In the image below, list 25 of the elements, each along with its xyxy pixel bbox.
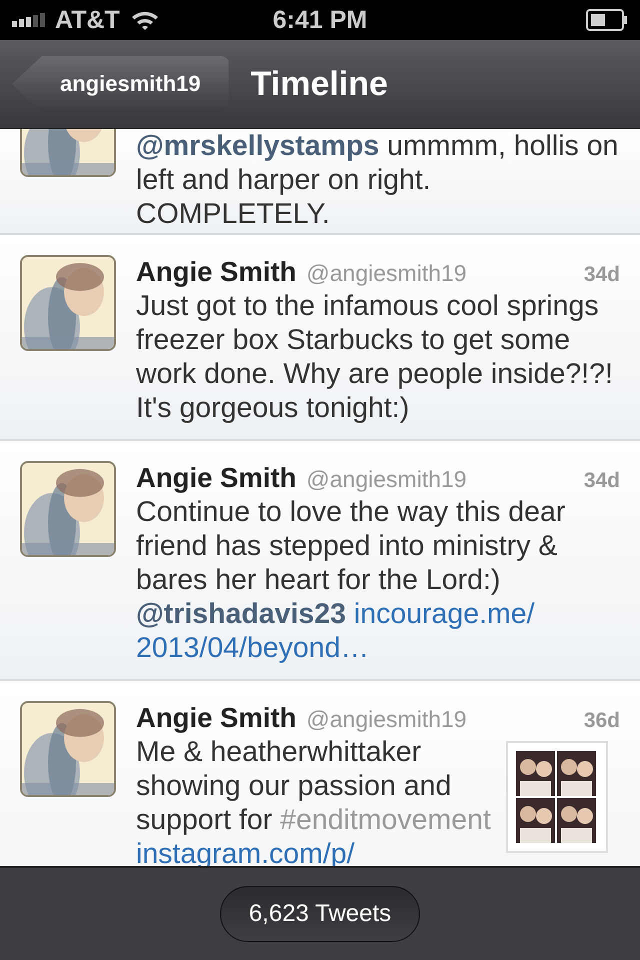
signal-icon xyxy=(12,13,45,27)
mention-link[interactable]: @trishadavis23 xyxy=(136,598,346,630)
mention-link[interactable]: @mrskellystamps xyxy=(136,130,380,162)
author-handle: @angiesmith19 xyxy=(306,259,467,288)
tweet-text: Just got to the infamous cool springs freezer box Starbucks to get some work done. Why are people inside?!?! It's gorgeous tonight:) xyxy=(136,289,614,425)
tweet-text: Continue to love the way this dear friend has stepped into ministry & bares her heart for the Lord:) @trishadavis23 incourage.me/ 2013/04/beyond… xyxy=(136,495,566,665)
tweet-age: 36d xyxy=(584,708,620,734)
author-name: Angie Smith xyxy=(136,701,296,735)
url-link[interactable]: 2013/04/beyond… xyxy=(136,632,369,664)
author-handle: @angiesmith19 xyxy=(306,465,467,494)
author-handle: @angiesmith19 xyxy=(306,705,467,734)
url-link[interactable]: incourage.me/ xyxy=(354,598,535,630)
tweet-age: 34d xyxy=(584,468,620,494)
author-name: Angie Smith xyxy=(136,461,296,495)
tweet-count-button[interactable]: 6,623 Tweets xyxy=(220,886,420,942)
tweet-text: @mrskellystamps ummmm, hollis on left and harper on right. COMPLETELY. xyxy=(136,129,620,231)
tweet-age: 34d xyxy=(584,262,620,288)
screen-title: Timeline xyxy=(250,64,388,104)
clock-time: 6:41 PM xyxy=(272,6,368,34)
photo-thumbnail[interactable] xyxy=(506,741,608,853)
author-name: Angie Smith xyxy=(136,255,296,289)
wifi-icon xyxy=(130,9,160,31)
url-link[interactable]: instagram.com/p/ xyxy=(136,838,355,870)
battery-icon xyxy=(586,9,628,31)
carrier-name: AT&T xyxy=(55,6,120,34)
